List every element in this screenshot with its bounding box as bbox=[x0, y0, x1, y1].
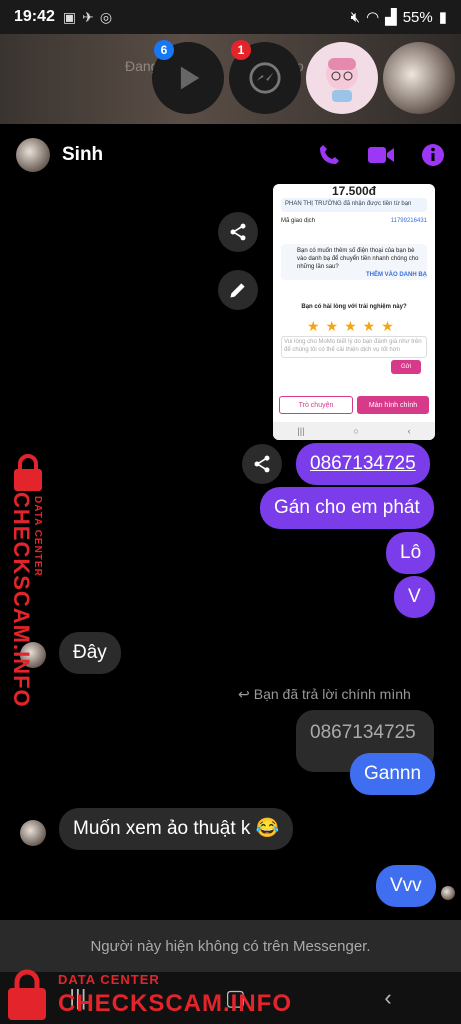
contact-chat-head-sinh[interactable] bbox=[383, 42, 455, 114]
badge-count: 1 bbox=[231, 40, 251, 60]
share-button[interactable] bbox=[218, 212, 258, 252]
padlock-logo-icon bbox=[14, 454, 42, 491]
contact-name[interactable]: Sinh bbox=[62, 144, 103, 166]
status-time: 19:42 bbox=[14, 8, 55, 25]
reply-note: ↩ Bạn đã trả lời chính mình bbox=[238, 686, 411, 703]
status-right: 🔇︎ ◠ ▟ 55% ▮ bbox=[350, 8, 447, 27]
shot-txn-label: Mã giao dịch bbox=[281, 218, 316, 224]
image-message[interactable]: 17.500đ PHAN THỊ TRƯỜNG đã nhận được tiề… bbox=[273, 184, 435, 440]
shot-recents-icon: ||| bbox=[297, 426, 305, 436]
phone-call-icon[interactable] bbox=[317, 143, 341, 167]
image-icon: ▣ bbox=[62, 8, 77, 25]
contact-avatar[interactable] bbox=[16, 138, 50, 172]
share-icon bbox=[254, 455, 270, 473]
edit-button[interactable] bbox=[218, 270, 258, 310]
message-bubble-sent[interactable]: Lô bbox=[386, 532, 436, 574]
cartoon-avatar-icon bbox=[326, 58, 358, 102]
conversation-header: Sinh bbox=[0, 124, 461, 186]
wifi-icon: ◠ bbox=[366, 9, 380, 26]
reply-note-text: Bạn đã trả lời chính mình bbox=[253, 686, 411, 702]
watermark-bottom: DATA CENTER CHECKSCAM.INFO bbox=[4, 966, 291, 1024]
watermark-vertical: CHECKSCAM.INFO DATA CENTER bbox=[2, 452, 54, 708]
share-icon bbox=[230, 223, 246, 241]
watermark-large-text: CHECKSCAM.INFO bbox=[58, 990, 292, 1017]
shot-rating-question: Bạn có hài lòng với trải nghiệm này? bbox=[301, 304, 407, 310]
message-bubble-sent[interactable]: V bbox=[394, 576, 435, 618]
battery-icon: ▮ bbox=[438, 9, 447, 26]
video-call-icon[interactable] bbox=[367, 144, 395, 166]
watermark-small-text: DATA CENTER bbox=[58, 972, 160, 987]
notification-icons: ▣ ✈ ◎ bbox=[63, 9, 112, 26]
battery-level: 55% bbox=[402, 8, 433, 26]
share-button[interactable] bbox=[242, 444, 282, 484]
contact-chat-head-cartoon[interactable] bbox=[306, 42, 378, 114]
shot-txn-value: 11799216431 bbox=[390, 218, 427, 224]
message-bubble-received[interactable]: Đây bbox=[59, 632, 121, 674]
padlock-logo-icon bbox=[8, 969, 46, 1020]
badge-count: 6 bbox=[154, 40, 174, 60]
shot-save-link: THÊM VÀO DANH BẠ bbox=[366, 272, 427, 278]
chat-heads-strip: Đang o 6 1 bbox=[0, 34, 461, 124]
mute-icon: 🔇︎ bbox=[350, 8, 361, 26]
message-bubble-sent[interactable]: Vvv bbox=[376, 865, 436, 907]
pencil-icon bbox=[230, 283, 245, 298]
messenger-chat-head[interactable]: 1 bbox=[229, 40, 301, 114]
unavailable-notice: Người này hiện không có trên Messenger. bbox=[0, 920, 461, 972]
messenger-bolt-icon bbox=[249, 62, 281, 94]
shot-feedback-box: Vui lòng cho MoMo biết lý do bạn đánh gi… bbox=[281, 336, 427, 358]
shot-send-button: Gửi bbox=[391, 360, 421, 374]
shot-nav-bar: ||| ○ ‹ bbox=[273, 422, 435, 440]
watermark-small-text: DATA CENTER bbox=[32, 496, 43, 577]
status-bar: 19:42 ▣ ✈ ◎ 🔇︎ ◠ ▟ 55% ▮ bbox=[0, 0, 461, 34]
video-chat-head[interactable]: 6 bbox=[152, 40, 224, 114]
shot-amount: 17.500đ bbox=[331, 184, 377, 198]
back-icon[interactable]: ‹ bbox=[384, 985, 391, 1011]
watermark-large-text: CHECKSCAM.INFO bbox=[9, 492, 34, 708]
contact-avatar-small bbox=[20, 820, 46, 846]
info-icon[interactable] bbox=[421, 143, 445, 167]
message-bubble-sent[interactable]: Gán cho em phát bbox=[260, 487, 434, 529]
signal-icon: ▟ bbox=[385, 9, 397, 26]
shot-home-button: Màn hình chính bbox=[357, 396, 429, 414]
message-bubble-sent[interactable]: Gannn bbox=[350, 753, 436, 795]
shot-notice: PHAN THỊ TRƯỜNG đã nhận được tiền từ bạn bbox=[281, 198, 427, 212]
shot-txn-row: Mã giao dịch 11799216431 bbox=[281, 218, 427, 224]
dropbox-icon: ✈ bbox=[82, 8, 94, 25]
seen-avatar bbox=[441, 886, 455, 900]
header-actions bbox=[317, 143, 445, 167]
shot-chat-button: Trò chuyện bbox=[279, 396, 353, 414]
shot-back-icon: ‹ bbox=[407, 426, 411, 436]
messenger-icon: ◎ bbox=[99, 8, 113, 25]
reply-arrow-icon: ↩ bbox=[238, 686, 250, 702]
play-icon bbox=[180, 66, 200, 90]
message-bubble-sent[interactable]: 0867134725 bbox=[296, 443, 430, 485]
shot-star-rating-icon: ★★★★★ bbox=[307, 318, 400, 334]
shot-home-icon: ○ bbox=[353, 426, 359, 436]
message-bubble-received[interactable]: Muốn xem ảo thuật k 😂 bbox=[59, 808, 294, 850]
